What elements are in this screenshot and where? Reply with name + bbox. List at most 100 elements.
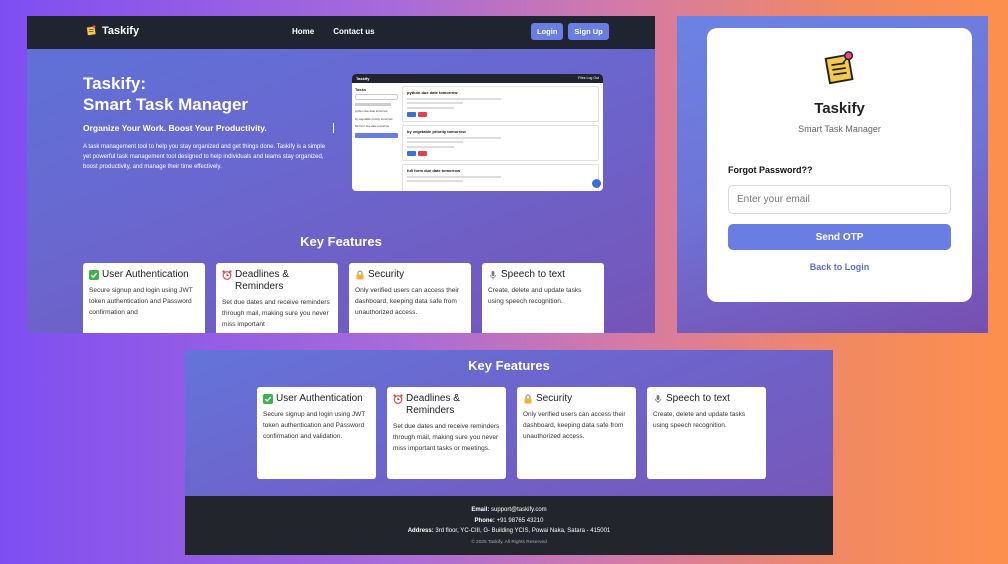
feature-description: Create, delete and update tasks using sp… <box>488 287 582 305</box>
preview-search <box>355 94 398 100</box>
feature-description: Secure signup and login using JWT token … <box>263 411 366 440</box>
hero-title-line2: Smart Task Manager <box>83 95 249 114</box>
nav-contact-link[interactable]: Contact us <box>333 27 374 36</box>
footer-email-value[interactable]: support@taskify.com <box>491 507 547 513</box>
preview-add-button <box>355 132 398 138</box>
feature-cards: User Authentication Secure signup and lo… <box>257 387 766 479</box>
feature-card-deadlines: Deadlines & Reminders Set due dates and … <box>387 387 506 479</box>
preview-line <box>407 141 464 143</box>
preview-task-card: full form due date tomorrow <box>402 164 599 191</box>
feature-title: Security <box>368 269 405 280</box>
preview-navbar: Taskify Files Log Out <box>352 74 603 83</box>
footer-address-label: Address: <box>407 528 434 534</box>
feature-title: Deadlines & Reminders <box>406 393 460 416</box>
email-field[interactable] <box>728 185 951 214</box>
back-to-login-link[interactable]: Back to Login <box>707 262 972 272</box>
feature-cards: User Authentication Secure signup and lo… <box>83 263 604 333</box>
preview-app-title: Taskify <box>356 76 370 81</box>
feature-card-authentication: User Authentication Secure signup and lo… <box>83 263 205 333</box>
sticky-note-icon <box>824 51 854 85</box>
forgot-password-card: Taskify Smart Task Manager Forgot Passwo… <box>707 28 972 302</box>
signup-button[interactable]: Sign Up <box>568 23 609 40</box>
preview-sidebar-task: by vegetable priority tomorrow <box>355 116 393 121</box>
feature-title: Speech to text <box>666 393 730 404</box>
preview-nav-right: Files Log Out <box>578 76 599 80</box>
feature-card-authentication: User Authentication Secure signup and lo… <box>257 387 376 479</box>
preview-task-title: python due date tomorrow <box>407 90 458 95</box>
send-otp-button[interactable]: Send OTP <box>728 224 951 250</box>
features-title: Key Features <box>468 358 550 373</box>
feature-description: Only verified users can access their das… <box>523 411 626 440</box>
hero-title-line1: Taskify: <box>83 74 146 93</box>
hero-title: Taskify: Smart Task Manager <box>83 73 313 115</box>
login-button[interactable]: Login <box>531 23 564 40</box>
app-name: Taskify <box>814 100 865 117</box>
feature-card-security: Security Only verified users can access … <box>517 387 636 479</box>
landing-page-screenshot: Taskify Home Contact us Login Sign Up Ta… <box>27 16 655 333</box>
footer: Email: support@taskify.com Phone: +91 98… <box>185 496 833 555</box>
preview-line <box>407 175 501 178</box>
preview-line <box>407 106 454 109</box>
footer-copyright: © 2025 Taskify. All Rights Reserved <box>471 539 547 545</box>
preview-sidebar-title: Tasks <box>355 87 367 92</box>
forgot-password-screenshot: Taskify Smart Task Manager Forgot Passwo… <box>677 16 988 333</box>
feature-title: Security <box>536 393 573 404</box>
preview-task-title: full form due date tomorrow <box>407 168 461 173</box>
nav-home-link[interactable]: Home <box>292 27 314 36</box>
typing-cursor <box>333 123 334 133</box>
feature-card-speech: Speech to text Create, delete and update… <box>647 387 766 479</box>
preview-fab-button <box>592 179 601 188</box>
preview-edit-button <box>407 111 416 117</box>
feature-description: Secure signup and login using JWT token … <box>89 287 193 316</box>
feature-card-security: Security Only verified users can access … <box>349 263 471 333</box>
navbar: Taskify Home Contact us Login Sign Up <box>27 16 655 49</box>
footer-address: Address: 3rd floor, YC-CIII, G- Building… <box>185 526 833 537</box>
preview-line <box>407 180 464 182</box>
app-tagline: Smart Task Manager <box>798 124 881 134</box>
preview-task-card: by vegetable priority tomorrow <box>402 125 599 161</box>
forgot-password-label: Forgot Password?? <box>728 165 813 175</box>
footer-address-value: 3rd floor, YC-CIII, G- Building YCIS, Po… <box>435 528 611 534</box>
preview-task-list: python due date tomorrow by vegetable pr… <box>402 86 599 191</box>
hero-subtitle: Organize Your Work. Boost Your Productiv… <box>83 123 267 133</box>
feature-card-speech: Speech to text Create, delete and update… <box>482 263 604 333</box>
alarm-clock-icon <box>222 270 232 280</box>
check-icon <box>263 394 273 404</box>
feature-description: Set due dates and receive reminders thro… <box>222 299 330 328</box>
preview-line <box>407 136 501 139</box>
footer-phone-value: +91 98765 43210 <box>496 517 544 524</box>
footer-email-label: Email: <box>471 507 490 513</box>
hero-description: A task management tool to help you stay … <box>83 144 326 170</box>
preview-sidebar: Tasks python due date tomorrow by vegeta… <box>354 85 399 189</box>
preview-task-card: python due date tomorrow <box>402 86 599 122</box>
feature-title: User Authentication <box>102 269 189 280</box>
feature-description: Create, delete and update tasks using sp… <box>653 411 746 429</box>
preview-task-title: by vegetable priority tomorrow <box>407 129 466 134</box>
microphone-icon <box>490 271 496 280</box>
preview-line <box>407 97 501 100</box>
brand-name: Taskify <box>102 24 140 37</box>
brand[interactable]: Taskify <box>85 24 139 37</box>
feature-description: Only verified users can access their das… <box>355 287 460 316</box>
feature-description: Set due dates and receive reminders thro… <box>393 423 500 452</box>
footer-phone-label: Phone: <box>474 517 495 524</box>
preview-line <box>407 145 454 148</box>
features-title: Key Features <box>300 234 382 249</box>
lock-icon <box>356 270 364 280</box>
lock-icon <box>524 394 532 404</box>
feature-title: User Authentication <box>276 393 363 404</box>
preview-sidebar-task: python due date tomorrow <box>355 109 388 113</box>
feature-title: Speech to text <box>501 269 565 280</box>
feature-card-deadlines: Deadlines & Reminders Set due dates and … <box>216 263 338 333</box>
preview-sidebar-task: full form due date tomorrow <box>355 124 390 128</box>
features-footer-screenshot: Key Features User Authentication Secure … <box>185 350 833 555</box>
preview-filter <box>355 103 391 106</box>
features-section: Key Features User Authentication Secure … <box>185 350 833 496</box>
feature-title: Deadlines & Reminders <box>235 269 289 292</box>
sticky-note-icon <box>86 25 97 37</box>
check-icon <box>89 270 99 280</box>
alarm-clock-icon <box>393 394 403 404</box>
preview-delete-button <box>418 150 427 156</box>
preview-edit-button <box>407 150 416 156</box>
footer-email: Email: support@taskify.com <box>185 505 833 516</box>
